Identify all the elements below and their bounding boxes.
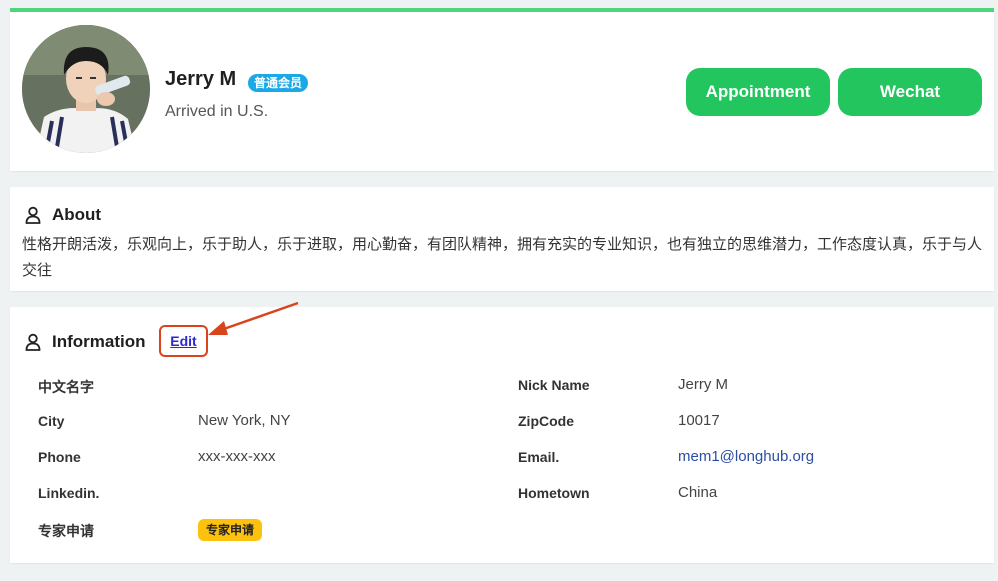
profile-status: Arrived in U.S. — [165, 103, 269, 120]
chinese-name-label: 中文名字 — [38, 379, 94, 395]
phone-value: xxx-xxx-xxx — [198, 448, 276, 465]
city-label: City — [38, 413, 65, 429]
information-heading: Information — [24, 332, 146, 352]
expert-application-label: 专家申请 — [38, 523, 94, 539]
avatar-photo — [22, 25, 150, 153]
email-label: Email. — [518, 449, 560, 465]
city-value: New York, NY — [198, 412, 291, 429]
profile-card: Jerry M 普通会员 Arrived in U.S. Appointment… — [10, 8, 994, 171]
email-link[interactable]: mem1@longhub.org — [678, 448, 814, 465]
edit-highlight: Edit — [159, 325, 208, 357]
linkedin-label: Linkedin. — [38, 485, 100, 501]
nick-name-label: Nick Name — [518, 377, 590, 393]
hometown-label: Hometown — [518, 485, 590, 501]
edit-link[interactable]: Edit — [170, 333, 196, 349]
wechat-button[interactable]: Wechat — [838, 68, 982, 116]
member-badge: 普通会员 — [248, 74, 309, 92]
information-title: Information — [52, 332, 146, 351]
about-text: 性格开朗活泼，乐观向上，乐于助人，乐于进取，用心勤奋，有团队精神，拥有充实的专业… — [22, 236, 983, 279]
expert-application-badge[interactable]: 专家申请 — [198, 519, 263, 541]
user-icon — [25, 206, 41, 224]
profile-name: Jerry M — [165, 68, 237, 90]
annotation-arrow-icon — [208, 301, 299, 335]
avatar — [22, 25, 150, 153]
hometown-value: China — [678, 484, 718, 501]
appointment-button[interactable]: Appointment — [686, 68, 830, 116]
user-icon — [25, 333, 41, 351]
information-card: Information Edit 中文名字 Nick Name Jerry M … — [10, 301, 994, 563]
zipcode-value: 10017 — [678, 412, 720, 429]
about-heading: About — [24, 205, 101, 225]
zipcode-label: ZipCode — [518, 413, 574, 429]
about-title: About — [52, 205, 102, 224]
about-card: About 性格开朗活泼，乐观向上，乐于助人，乐于进取，用心勤奋，有团队精神，拥… — [10, 187, 994, 291]
phone-label: Phone — [38, 449, 81, 465]
nick-name-value: Jerry M — [678, 376, 728, 393]
